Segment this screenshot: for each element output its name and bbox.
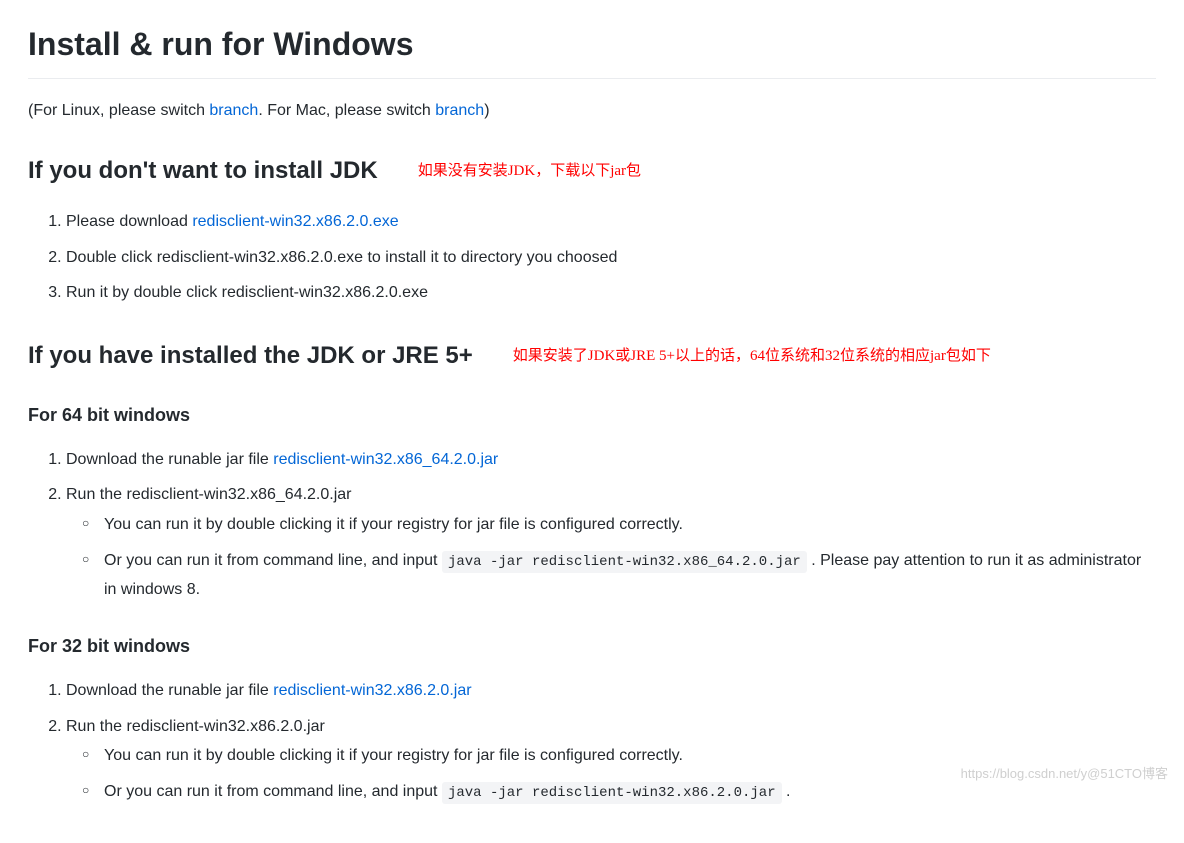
watermark: https://blog.csdn.net/y@51CTO博客 [961,764,1168,784]
step-text: Download the runable jar file [66,682,273,699]
win64-heading: For 64 bit windows [28,402,1156,429]
win64-run-step: Run the redisclient-win32.x86_64.2.0.jar… [66,480,1156,605]
win32-command-code: java -jar redisclient-win32.x86.2.0.jar [442,782,782,804]
have-jdk-annotation: 如果安装了JDK或JRE 5+以上的话，64位系统和32位系统的相应jar包如下 [513,345,991,368]
no-jdk-heading: If you don't want to install JDK 如果没有安装J… [28,153,1156,189]
note-text-b: . [782,783,791,800]
win32-steps: Download the runable jar file redisclien… [28,676,1156,807]
intro-paragraph: (For Linux, please switch branch. For Ma… [28,99,1156,123]
win32-run-step: Run the redisclient-win32.x86.2.0.jar Yo… [66,712,1156,807]
no-jdk-steps: Please download redisclient-win32.x86.2.… [28,207,1156,308]
mac-branch-link[interactable]: branch [435,102,484,119]
win32-jar-link[interactable]: redisclient-win32.x86.2.0.jar [273,682,471,699]
win64-doubleclick-note: You can run it by double clicking it if … [104,510,1156,540]
no-jdk-title: If you don't want to install JDK [28,153,378,189]
note-text-a: Or you can run it from command line, and… [104,552,442,569]
win64-download-step: Download the runable jar file redisclien… [66,445,1156,475]
step-text: Run the redisclient-win32.x86_64.2.0.jar [66,486,352,503]
note-text-a: Or you can run it from command line, and… [104,783,442,800]
intro-text-a: (For Linux, please switch [28,102,209,119]
win32-heading: For 32 bit windows [28,633,1156,660]
have-jdk-title: If you have installed the JDK or JRE 5+ [28,338,473,374]
step-download-exe: Please download redisclient-win32.x86.2.… [66,207,1156,237]
linux-branch-link[interactable]: branch [209,102,258,119]
intro-text-c: ) [484,102,489,119]
exe-download-link[interactable]: redisclient-win32.x86.2.0.exe [192,213,398,230]
win64-jar-link[interactable]: redisclient-win32.x86_64.2.0.jar [273,451,498,468]
win64-cmdline-note: Or you can run it from command line, and… [104,546,1156,605]
win64-command-code: java -jar redisclient-win32.x86_64.2.0.j… [442,551,807,573]
step-run-exe: Run it by double click redisclient-win32… [66,278,1156,308]
step-text: Download the runable jar file [66,451,273,468]
win32-download-step: Download the runable jar file redisclien… [66,676,1156,706]
win64-steps: Download the runable jar file redisclien… [28,445,1156,605]
page-title: Install & run for Windows [28,20,1156,79]
step-text: Run the redisclient-win32.x86.2.0.jar [66,718,325,735]
intro-text-b: . For Mac, please switch [258,102,435,119]
step-install-exe: Double click redisclient-win32.x86.2.0.e… [66,243,1156,273]
win64-substeps: You can run it by double clicking it if … [66,510,1156,605]
step-text: Please download [66,213,192,230]
have-jdk-heading: If you have installed the JDK or JRE 5+ … [28,338,1156,374]
no-jdk-annotation: 如果没有安装JDK，下载以下jar包 [418,160,641,183]
